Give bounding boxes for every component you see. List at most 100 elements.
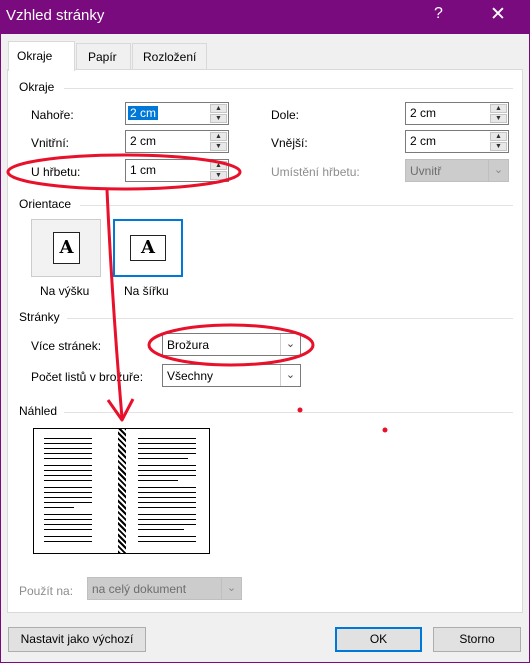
- close-button[interactable]: ✕: [490, 3, 506, 26]
- window-title: Vzhled stránky: [6, 7, 105, 24]
- chevron-down-icon: ⌄: [280, 334, 300, 355]
- text-line: [44, 514, 92, 515]
- top-margin-label: Nahoře:: [31, 108, 74, 122]
- tab-paper[interactable]: Papír: [76, 43, 131, 69]
- bottom-margin-value[interactable]: 2 cm: [408, 106, 438, 120]
- text-line: [138, 465, 196, 466]
- apply-to-label: Použít na:: [19, 584, 74, 598]
- spin-up-icon[interactable]: ▲: [490, 132, 507, 141]
- text-line: [138, 507, 196, 508]
- landscape-label: Na šířku: [124, 284, 169, 298]
- text-line: [44, 453, 92, 454]
- text-line: [138, 524, 196, 525]
- gutter-pattern: [118, 429, 126, 553]
- top-margin-spinner[interactable]: 2 cm ▲ ▼: [125, 102, 229, 125]
- text-line: [44, 497, 92, 498]
- text-line: [44, 465, 92, 466]
- text-line: [138, 492, 196, 493]
- landscape-page-icon: A: [130, 235, 166, 261]
- text-line: [44, 487, 92, 488]
- landscape-button[interactable]: A: [113, 219, 183, 277]
- multiple-pages-label: Více stránek:: [31, 339, 102, 353]
- text-line: [138, 480, 178, 481]
- text-line: [44, 492, 92, 493]
- text-line: [44, 443, 92, 444]
- top-margin-value[interactable]: 2 cm: [128, 106, 159, 120]
- set-as-default-button[interactable]: Nastavit jako výchozí: [8, 627, 146, 652]
- portrait-button[interactable]: A: [31, 219, 101, 277]
- outside-margin-label: Vnější:: [271, 136, 308, 150]
- divider: [64, 412, 513, 413]
- text-line: [138, 519, 196, 520]
- text-line: [44, 438, 92, 439]
- chevron-down-icon: ⌄: [280, 365, 300, 386]
- orientation-group-title: Orientace: [19, 197, 72, 211]
- cancel-button[interactable]: Storno: [433, 627, 521, 652]
- gutter-position-select[interactable]: Uvnitř ⌄: [405, 159, 509, 182]
- ok-button[interactable]: OK: [335, 627, 422, 652]
- multiple-pages-value: Brožura: [167, 338, 210, 352]
- gutter-value[interactable]: 1 cm: [128, 163, 158, 177]
- text-line: [44, 480, 92, 481]
- spin-up-icon[interactable]: ▲: [210, 104, 227, 113]
- text-line: [44, 524, 92, 525]
- outside-margin-spinner[interactable]: 2 cm ▲ ▼: [405, 130, 509, 153]
- tab-margins[interactable]: Okraje: [8, 41, 75, 71]
- chevron-down-icon: ⌄: [488, 160, 508, 181]
- gutter-spinner[interactable]: 1 cm ▲ ▼: [125, 159, 229, 182]
- title-bar: Vzhled stránky ? ✕: [0, 0, 530, 34]
- text-line: [138, 514, 196, 515]
- apply-to-select[interactable]: na celý dokument ⌄: [87, 577, 242, 600]
- text-line: [138, 541, 196, 542]
- inside-margin-spinner[interactable]: 2 cm ▲ ▼: [125, 130, 229, 153]
- divider: [80, 205, 513, 206]
- text-line: [138, 438, 196, 439]
- gutter-position-label: Umístění hřbetu:: [271, 165, 360, 179]
- gutter-position-value: Uvnitř: [410, 164, 442, 178]
- sheets-per-booklet-label: Počet listů v brožuře:: [31, 370, 144, 384]
- spin-down-icon[interactable]: ▼: [210, 171, 227, 180]
- text-line: [138, 487, 196, 488]
- text-line: [44, 519, 92, 520]
- preview-group-title: Náhled: [19, 404, 58, 418]
- text-line: [44, 536, 92, 537]
- text-line: [138, 443, 196, 444]
- text-line: [44, 541, 92, 542]
- inside-margin-label: Vnitřní:: [31, 136, 70, 150]
- outside-margin-value[interactable]: 2 cm: [408, 134, 438, 148]
- pages-group-title: Stránky: [19, 310, 60, 324]
- text-line: [138, 458, 188, 459]
- inside-margin-value[interactable]: 2 cm: [128, 134, 158, 148]
- spin-up-icon[interactable]: ▲: [210, 161, 227, 170]
- spin-down-icon[interactable]: ▼: [490, 142, 507, 151]
- text-line: [44, 502, 92, 503]
- sheets-per-booklet-select[interactable]: Všechny ⌄: [162, 364, 301, 387]
- bottom-margin-spinner[interactable]: 2 cm ▲ ▼: [405, 102, 509, 125]
- text-line: [138, 497, 196, 498]
- text-line: [138, 475, 196, 476]
- spin-down-icon[interactable]: ▼: [490, 114, 507, 123]
- help-button[interactable]: ?: [434, 5, 443, 23]
- spin-down-icon[interactable]: ▼: [210, 114, 227, 123]
- text-line: [138, 529, 184, 530]
- text-line: [44, 470, 92, 471]
- spin-up-icon[interactable]: ▲: [490, 104, 507, 113]
- tab-layout[interactable]: Rozložení: [132, 43, 207, 69]
- multiple-pages-select[interactable]: Brožura ⌄: [162, 333, 301, 356]
- divider: [67, 318, 513, 319]
- spin-up-icon[interactable]: ▲: [210, 132, 227, 141]
- margins-group-title: Okraje: [19, 80, 55, 94]
- text-line: [44, 475, 92, 476]
- booklet-preview: [33, 428, 210, 554]
- divider: [64, 88, 513, 89]
- spin-down-icon[interactable]: ▼: [210, 142, 227, 151]
- text-line: [138, 448, 196, 449]
- portrait-label: Na výšku: [40, 284, 90, 298]
- sheets-per-booklet-value: Všechny: [167, 369, 214, 383]
- text-line: [44, 529, 92, 530]
- bottom-margin-label: Dole:: [271, 108, 300, 122]
- apply-to-value: na celý dokument: [92, 582, 187, 596]
- text-line: [44, 458, 92, 459]
- text-line: [44, 507, 74, 508]
- text-line: [138, 453, 196, 454]
